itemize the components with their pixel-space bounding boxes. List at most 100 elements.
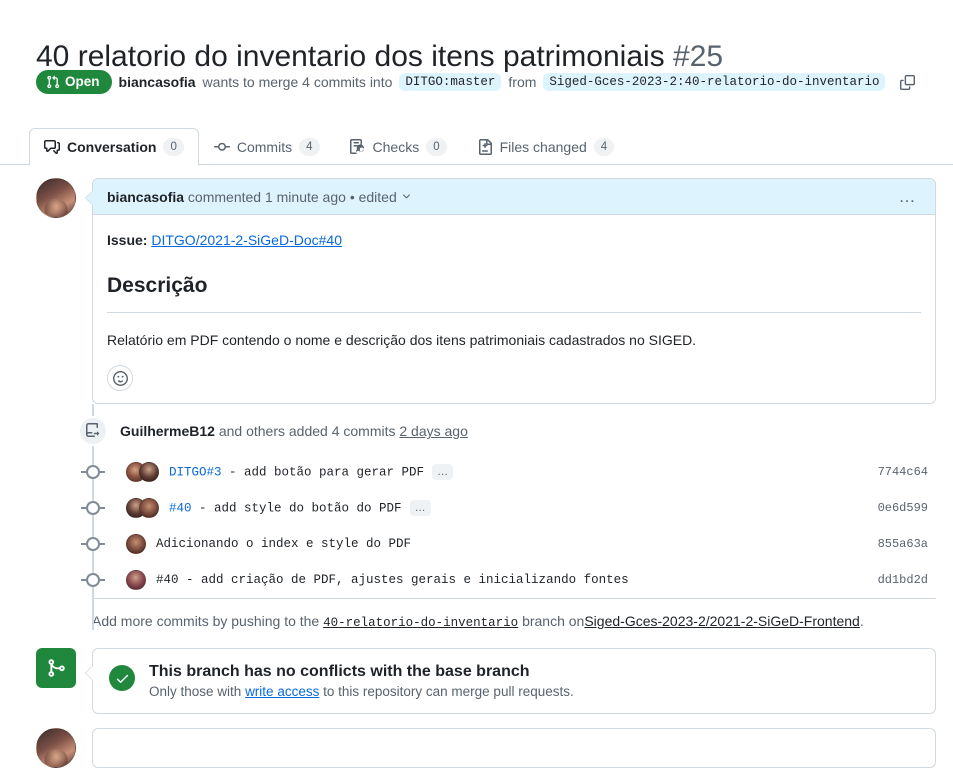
avatar (139, 462, 159, 483)
avatar[interactable] (36, 178, 76, 218)
commits-event-time[interactable]: 2 days ago (399, 423, 468, 439)
merge-status-title: This branch has no conflicts with the ba… (149, 663, 530, 681)
commit-message: #40 - add criação de PDF, ajustes gerais… (156, 573, 629, 587)
commit-node-icon (81, 465, 105, 480)
comment-thread: biancasofia commented 1 minute ago • edi… (36, 178, 936, 405)
commit-row: Adicionando o index e style do PDF 855a63… (36, 526, 936, 562)
merge-status-row: This branch has no conflicts with the ba… (36, 648, 936, 715)
pr-subheader: Open biancasofia wants to merge 4 commit… (36, 70, 918, 94)
tab-label: Commits (236, 138, 293, 155)
issue-line: Issue: DITGO/2021-2-SiGeD-Doc#40 (107, 229, 921, 251)
commit-expand-button[interactable]: … (409, 500, 431, 517)
commit-sha[interactable]: dd1bd2d (878, 573, 936, 587)
tab-counter: 4 (593, 137, 615, 156)
issue-label: Issue: (107, 232, 148, 248)
comment-box: biancasofia commented 1 minute ago • edi… (85, 178, 936, 405)
merge-sub-pre: Only those with (149, 684, 242, 700)
description-heading: Descrição (107, 269, 921, 313)
pr-number: #25 (673, 40, 724, 74)
pr-timeline: biancasofia commented 1 minute ago • edi… (36, 178, 936, 769)
commits-event-header: GuilhermeB12 and others added 4 commits … (36, 404, 936, 454)
new-comment-box[interactable] (92, 728, 936, 769)
tab-commits[interactable]: Commits 4 (199, 128, 335, 165)
pull-request-page: 40 relatorio do inventario dos itens pat… (0, 0, 953, 772)
comment-body: Issue: DITGO/2021-2-SiGeD-Doc#40 Descriç… (93, 215, 935, 355)
comment-edited-dropdown[interactable]: edited (359, 189, 412, 205)
footer-mid: branch on (522, 613, 585, 630)
merge-status-box: This branch has no conflicts with the ba… (85, 648, 936, 715)
tab-counter: 0 (426, 137, 447, 156)
comment-author[interactable]: biancasofia (107, 189, 184, 205)
file-diff-icon (477, 138, 493, 155)
pr-tabs: Conversation 0 Commits 4 Checks 0 Files change… (0, 128, 953, 166)
avatar (126, 534, 146, 555)
commit-row: DITGO#3 - add botão para gerar PDF … 7744c… (36, 454, 936, 490)
base-branch-chip[interactable]: DITGO:master (399, 73, 502, 91)
footer-end: . (859, 613, 864, 630)
commit-node-icon (81, 537, 105, 552)
commit-author-avatars[interactable] (126, 534, 146, 555)
commit-message-ref[interactable]: #40 (169, 502, 192, 516)
repo-push-icon (78, 416, 108, 447)
check-icon (109, 665, 135, 692)
commit-message: #40 - add style do botão do PDF… (169, 500, 431, 517)
commit-author-avatars[interactable] (126, 570, 146, 591)
tab-label: Checks (372, 138, 420, 155)
smiley-icon[interactable] (107, 365, 133, 392)
tab-checks[interactable]: Checks 0 (335, 128, 462, 165)
commit-sha[interactable]: 855a63a (878, 537, 936, 551)
commit-message-text: Adicionando o index e style do PDF (156, 537, 412, 552)
comment-discussion-icon (44, 139, 60, 155)
commit-message-text: - add botão para gerar PDF (221, 465, 425, 480)
comment-timestamp: 1 minute ago (264, 188, 346, 205)
commits-event-text: GuilhermeB12 and others added 4 commits … (120, 423, 468, 439)
issue-link[interactable]: DITGO/2021-2-SiGeD-Doc#40 (151, 232, 342, 248)
avatar[interactable] (36, 728, 76, 769)
commit-message: Adicionando o index e style do PDF (156, 537, 411, 551)
tab-label: Files changed (499, 138, 587, 155)
commits-event-actor[interactable]: GuilhermeB12 (120, 423, 215, 439)
new-comment-row (36, 728, 936, 769)
commits-event-group: GuilhermeB12 and others added 4 commits … (36, 404, 936, 631)
footer-branch-link[interactable]: 40-relatorio-do-inventario (323, 616, 518, 630)
avatar (126, 570, 146, 591)
head-branch-chip[interactable]: Siged-Gces-2023-2:40-relatorio-do-invent… (543, 73, 886, 91)
reaction-bar (93, 355, 935, 403)
avatar (139, 498, 159, 519)
commit-message-text: #40 - add criação de PDF, ajustes gerais… (156, 573, 629, 588)
comment-options-button[interactable]: … (895, 188, 922, 205)
write-access-link[interactable]: write access (245, 684, 319, 699)
git-merge-icon (36, 648, 76, 689)
pr-author[interactable]: biancasofia (119, 74, 196, 90)
merge-status-content: This branch has no conflicts with the ba… (109, 663, 919, 699)
comment-header: biancasofia commented 1 minute ago • edi… (93, 179, 935, 215)
footer-pre: Add more commits by pushing to the (92, 613, 320, 630)
merge-phrase-1: wants to merge 4 commits into (202, 74, 393, 90)
commit-node-icon (81, 573, 105, 588)
commit-row: #40 - add style do botão do PDF … 0e6d599 (36, 490, 936, 526)
checklist-icon (349, 138, 366, 155)
footer-repo-link[interactable]: Siged-Gces-2023-2/2021-2-SiGeD-Frontend (584, 613, 859, 629)
copy-icon[interactable] (896, 71, 918, 93)
commit-message-ref[interactable]: DITGO#3 (169, 466, 222, 480)
tab-conversation[interactable]: Conversation 0 (29, 128, 199, 166)
tab-files-changed[interactable]: Files changed 4 (462, 128, 630, 165)
commit-author-avatars[interactable] (126, 498, 159, 519)
status-badge: Open (36, 70, 112, 94)
commit-list: DITGO#3 - add botão para gerar PDF … 7744c… (36, 454, 936, 598)
commit-expand-button[interactable]: … (432, 464, 454, 481)
pr-title-text: 40 relatorio do inventario dos itens pat… (36, 40, 665, 74)
merge-status-subtitle: Only those with write access to this rep… (149, 684, 574, 699)
git-commit-icon (213, 139, 230, 155)
commit-sha[interactable]: 7744c64 (878, 465, 936, 479)
description-paragraph: Relatório em PDF contendo o nome e descr… (107, 331, 697, 348)
commit-author-avatars[interactable] (126, 462, 159, 483)
comment-action: commented (187, 188, 262, 205)
tab-label: Conversation (67, 139, 157, 155)
commit-sha[interactable]: 0e6d599 (878, 501, 936, 515)
comment-edited-label: edited (358, 188, 397, 205)
commit-row: #40 - add criação de PDF, ajustes gerais… (36, 562, 936, 598)
commits-event-middle: and others added 4 commits (218, 423, 396, 440)
merge-sub-post: to this repository can merge pull reques… (323, 684, 574, 700)
pull-request-icon (46, 75, 60, 89)
